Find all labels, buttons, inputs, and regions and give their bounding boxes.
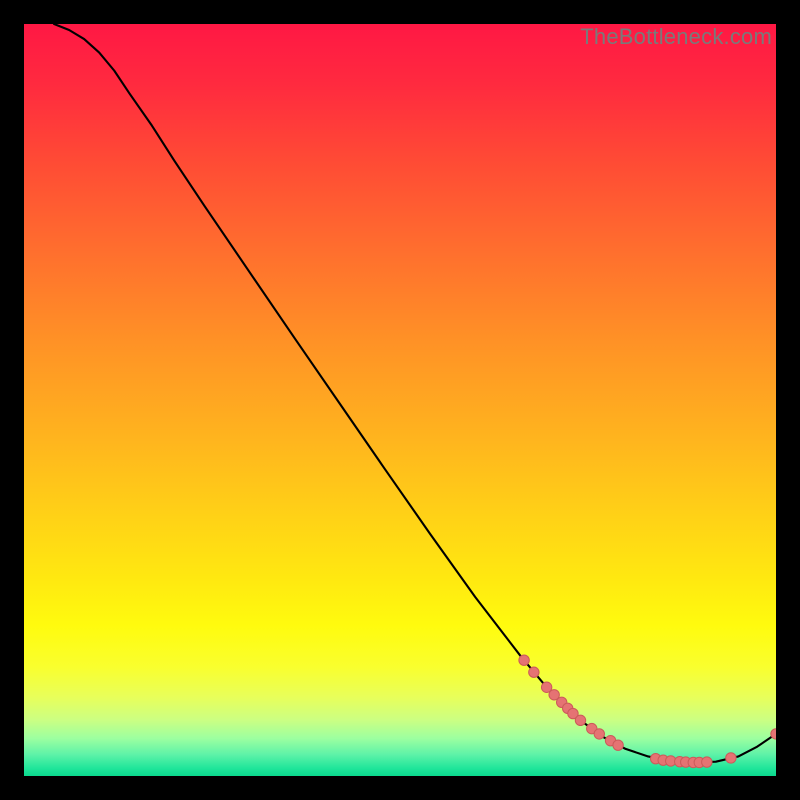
chart-frame: TheBottleneck.com — [0, 0, 800, 800]
data-marker — [575, 715, 585, 725]
watermark-text: TheBottleneck.com — [580, 24, 772, 50]
marker-cluster-upper — [519, 655, 623, 750]
curve-overlay — [24, 24, 776, 776]
data-marker — [594, 729, 604, 739]
data-marker — [529, 667, 539, 677]
data-marker — [613, 740, 623, 750]
data-marker — [519, 655, 529, 665]
data-marker — [702, 757, 712, 767]
plot-area: TheBottleneck.com — [24, 24, 776, 776]
data-marker — [726, 753, 736, 763]
bottleneck-curve — [54, 24, 776, 762]
